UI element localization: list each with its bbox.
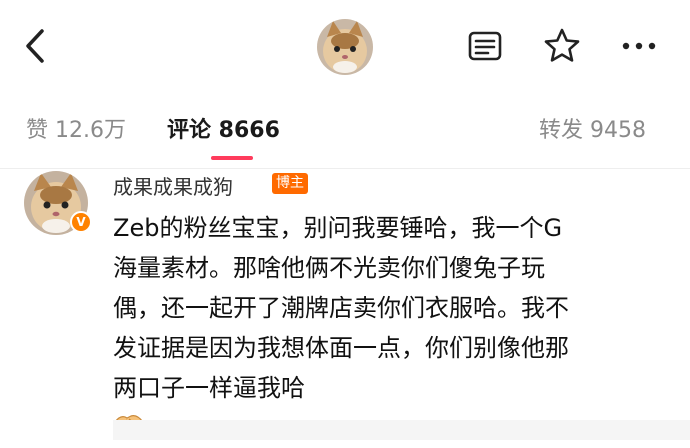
verified-badge: V xyxy=(70,211,92,233)
profile-avatar[interactable] xyxy=(317,19,373,75)
divider xyxy=(0,168,690,169)
comment-text: Zeb的粉丝宝宝，别问我要锤哈，我一个G 海量素材。那啥他俩不光卖你们傻兔子玩 … xyxy=(113,208,673,434)
comment-line: 发证据是因为我想体面一点，你们别像他那 xyxy=(113,334,569,362)
tab-likes[interactable]: 赞 12.6万 xyxy=(26,112,126,144)
author-tag: 博主 xyxy=(272,173,308,194)
more-button[interactable] xyxy=(620,27,658,65)
chevron-left-icon xyxy=(26,29,44,63)
back-button[interactable] xyxy=(22,28,50,64)
tab-bar: 赞 12.6万 评论 8666 转发 9458 xyxy=(0,104,690,156)
more-icon xyxy=(622,42,656,50)
favorite-button[interactable] xyxy=(543,27,581,65)
comment-item: V 成果成果成狗 博主 Zeb的粉丝宝宝，别问我要锤哈，我一个G 海量素材。那啥… xyxy=(0,170,690,440)
cat-avatar-icon xyxy=(317,19,373,75)
comment-line: Zeb的粉丝宝宝，别问我要锤哈，我一个G xyxy=(113,214,563,242)
tab-active-indicator xyxy=(211,156,253,160)
tab-comments[interactable]: 评论 8666 xyxy=(167,112,280,144)
star-icon xyxy=(544,28,580,62)
comment-line: 偶，还一起开了潮牌店卖你们衣服哈。我不 xyxy=(113,294,569,322)
document-button[interactable] xyxy=(466,27,504,65)
commenter-name[interactable]: 成果成果成狗 xyxy=(113,171,233,200)
top-bar xyxy=(0,0,690,92)
comment-line: 海量素材。那啥他俩不光卖你们傻兔子玩 xyxy=(113,254,545,282)
comment-line-text: 两口子一样逼我哈 xyxy=(113,374,305,402)
quote-box xyxy=(113,420,690,440)
tab-reposts[interactable]: 转发 9458 xyxy=(539,112,646,144)
document-icon xyxy=(468,31,502,61)
